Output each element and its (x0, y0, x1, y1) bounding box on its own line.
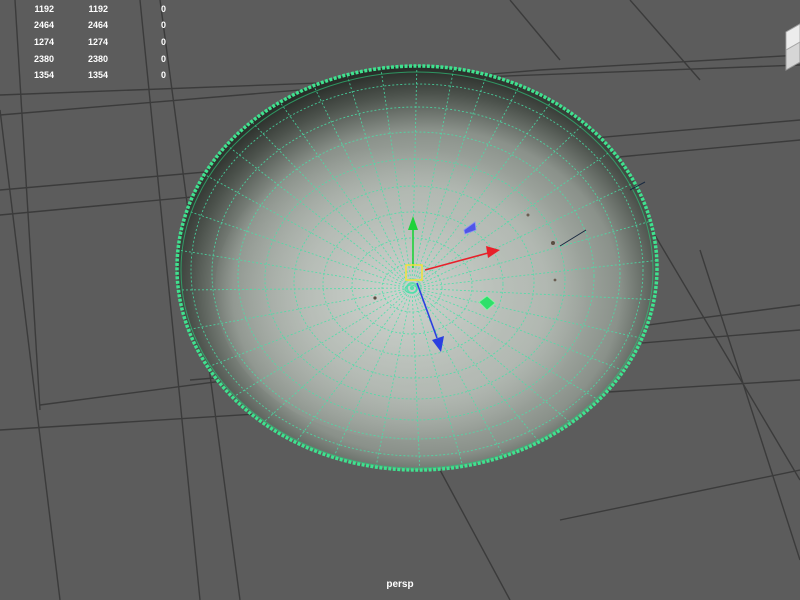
viewport-scene[interactable] (0, 0, 800, 600)
perspective-viewport[interactable]: 1192 1192 0 2464 2464 0 1274 1274 0 2380… (0, 0, 800, 600)
camera-name-label: persp (386, 579, 414, 590)
view-cube-icon[interactable] (778, 14, 800, 84)
bowl-mesh[interactable] (175, 60, 660, 475)
